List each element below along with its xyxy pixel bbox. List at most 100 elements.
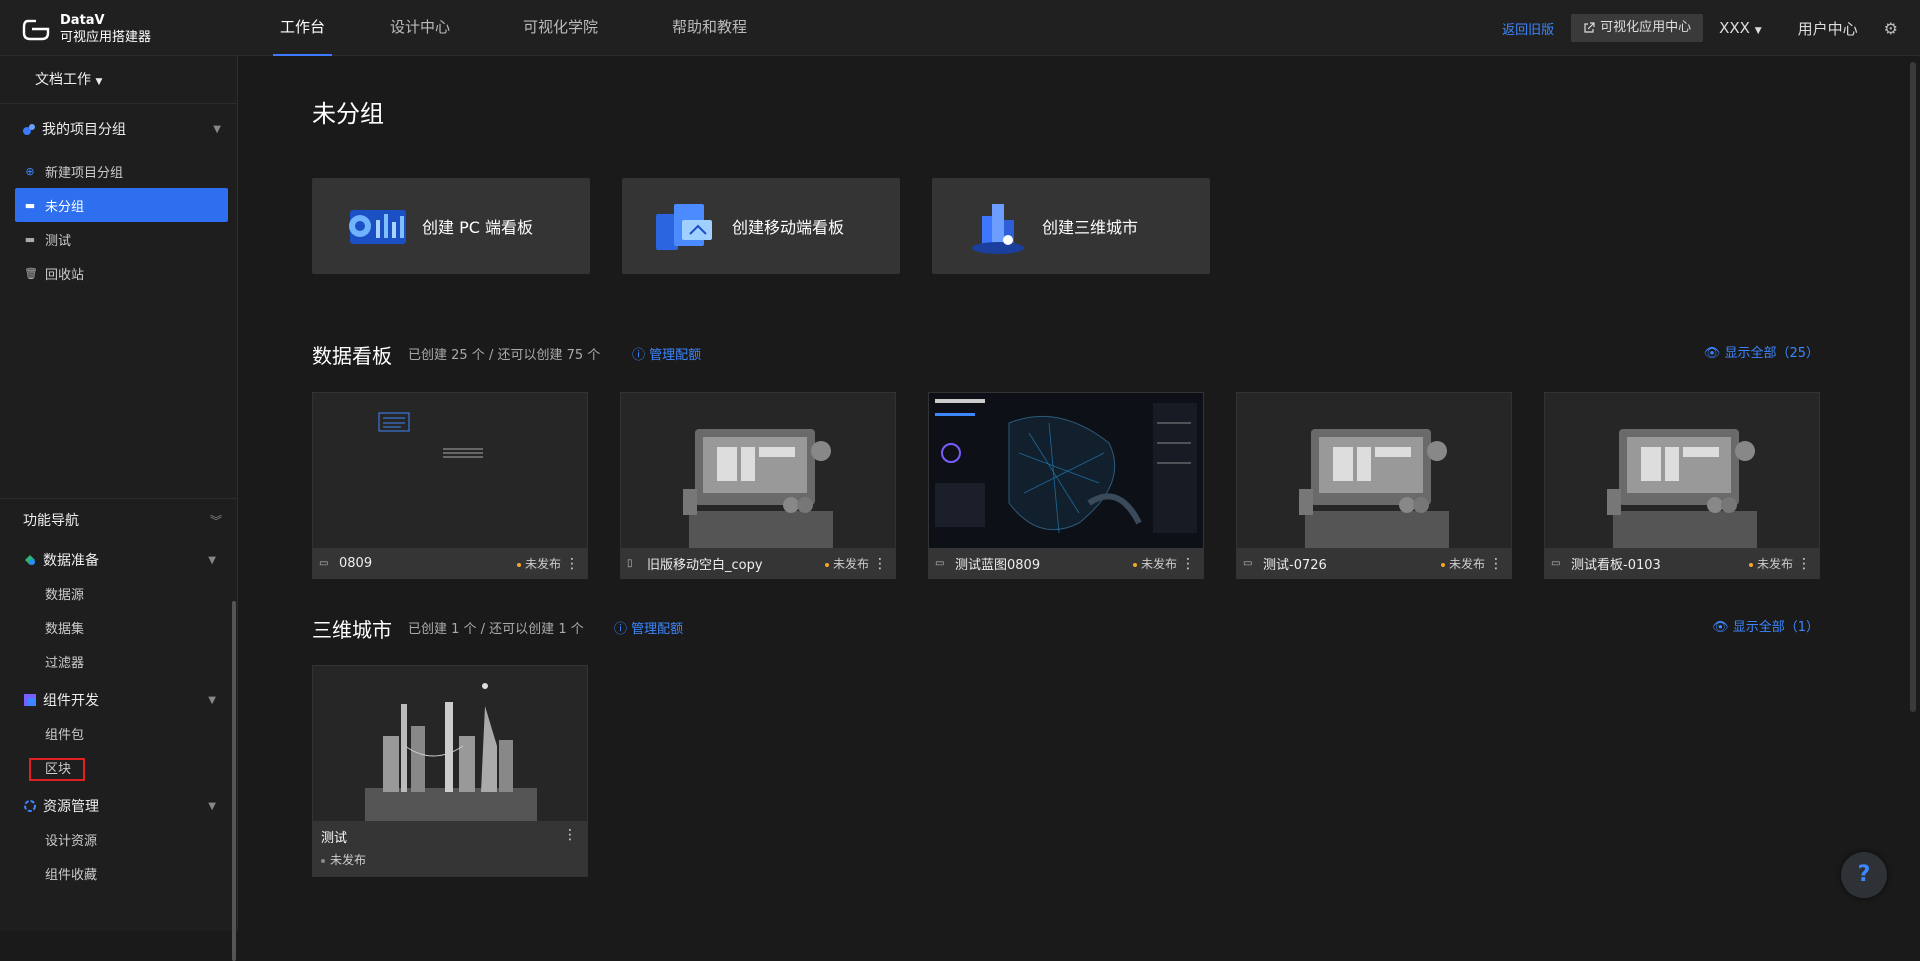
dashboard-thumbnail <box>1237 393 1511 548</box>
main-nav: 工作台 设计中心 可视化学院 帮助和教程 <box>273 0 754 56</box>
nav-item-block-label: 区块 <box>29 758 86 781</box>
section-component-dev[interactable]: 组件开发 ▼ <box>0 681 238 719</box>
caret-down-icon: ▼ <box>213 123 221 135</box>
sidebar-item-label: 测试 <box>45 233 72 249</box>
dashboard-name: 0809 <box>339 556 373 571</box>
workspace-selector[interactable]: 文档工作 ▼ <box>0 56 237 104</box>
pc-dashboard-icon <box>349 210 406 244</box>
city-name: 测试 <box>321 831 348 846</box>
placeholder-monitor-icon <box>1607 429 1757 548</box>
resource-mgmt-icon <box>24 800 36 812</box>
publish-status: 未发布 <box>321 851 579 868</box>
dashboard-name: 旧版移动空白_copy <box>647 558 763 573</box>
placeholder-monitor-icon <box>683 429 833 548</box>
more-options-icon[interactable]: ⋮ <box>565 556 579 572</box>
main-content: 未分组 创建 PC 端看板 创建移动端看板 创建三维城市 数据看板 已创建 25… <box>238 56 1920 931</box>
help-circle-icon: ⓘ <box>632 348 646 363</box>
project-group-icon <box>23 124 35 135</box>
dashboards-show-all-link[interactable]: 👁 显示全部（25） <box>1704 342 1819 361</box>
nav-item-design-resources[interactable]: 设计资源 <box>0 825 238 859</box>
sidebar-item-label: 未分组 <box>45 199 85 215</box>
create-card-label: 创建移动端看板 <box>732 218 845 237</box>
dashboard-tile[interactable]: ▭ 测试-0726 未发布 ⋮ <box>1236 392 1512 579</box>
sidebar-item-test[interactable]: ▬ 测试 <box>0 222 237 256</box>
dashboard-tile[interactable]: ▭ 测试蓝图0809 未发布 ⋮ <box>928 392 1204 579</box>
app-name: DataV <box>60 13 105 28</box>
nav-item-component-favorites[interactable]: 组件收藏 <box>0 859 238 893</box>
city-tile[interactable]: 测试 未发布 ⋮ <box>312 665 588 877</box>
external-link-icon <box>1584 22 1595 33</box>
dashboard-tile[interactable]: ▭ 0809 未发布 ⋮ <box>312 392 588 579</box>
caret-down-icon: ▼ <box>1754 26 1762 36</box>
sidebar-item-new-group[interactable]: ⊕ 新建项目分组 <box>0 154 237 188</box>
top-bar: DataV 可视应用搭建器 工作台 设计中心 可视化学院 帮助和教程 返回旧版 … <box>0 0 1920 56</box>
monitor-icon: ▭ <box>1551 558 1561 569</box>
trash-icon: 🗑 <box>24 266 38 280</box>
3d-city-icon <box>972 204 1024 254</box>
map-thumbnail-icon <box>935 399 1197 534</box>
create-card-label: 创建三维城市 <box>1042 218 1139 237</box>
dashboard-thumbnail <box>621 393 895 548</box>
section-resource-mgmt[interactable]: 资源管理 ▼ <box>0 787 238 825</box>
more-options-icon[interactable]: ⋮ <box>1489 556 1503 572</box>
gear-icon[interactable]: ⚙ <box>1884 19 1898 38</box>
city-manage-quota-link[interactable]: ⓘ 管理配额 <box>614 618 683 637</box>
create-mobile-dashboard-card[interactable]: 创建移动端看板 <box>622 178 900 274</box>
thumbnail-sketch-icon <box>378 412 483 458</box>
show-all-label: 显示全部（25） <box>1724 346 1819 361</box>
viz-app-center-button[interactable]: 可视化应用中心 <box>1571 14 1704 42</box>
sidebar-item-ungrouped[interactable]: ▬ 未分组 <box>15 188 228 222</box>
create-pc-dashboard-card[interactable]: 创建 PC 端看板 <box>312 178 590 274</box>
dashboard-name: 测试看板-0103 <box>1571 558 1661 573</box>
create-card-label: 创建 PC 端看板 <box>422 218 533 237</box>
tab-viz-academy[interactable]: 可视化学院 <box>516 0 605 56</box>
project-group-header[interactable]: 我的项目分组 ▼ <box>0 104 237 154</box>
nav-item-component-package[interactable]: 组件包 <box>0 719 238 753</box>
app-subtitle: 可视应用搭建器 <box>60 30 152 45</box>
folder-icon: ▬ <box>24 198 36 212</box>
monitor-icon: ▭ <box>935 558 945 569</box>
more-options-icon[interactable]: ⋮ <box>1181 556 1195 572</box>
city-title: 三维城市 <box>312 618 392 642</box>
publish-status: 未发布 <box>1441 555 1485 572</box>
tab-workbench[interactable]: 工作台 <box>273 0 333 56</box>
nav-item-data-source[interactable]: 数据源 <box>0 579 238 613</box>
dashboard-tile[interactable]: ▭ 测试看板-0103 未发布 ⋮ <box>1544 392 1820 579</box>
user-name: XXX <box>1719 19 1750 37</box>
help-button[interactable]: ? <box>1841 852 1887 898</box>
dashboard-tile[interactable]: ▯ 旧版移动空白_copy 未发布 ⋮ <box>620 392 896 579</box>
user-menu[interactable]: XXX ▼ <box>1719 19 1762 37</box>
help-circle-icon: ⓘ <box>614 622 628 637</box>
double-chevron-down-icon: ︾ <box>209 513 222 528</box>
more-options-icon[interactable]: ⋮ <box>563 827 577 843</box>
sidebar-item-recycle-bin[interactable]: 🗑 回收站 <box>0 256 237 290</box>
function-nav-header[interactable]: 功能导航 ︾ <box>0 499 238 541</box>
publish-status: 未发布 <box>517 555 561 572</box>
monitor-icon: ▭ <box>319 558 329 569</box>
city-show-all-link[interactable]: 👁 显示全部（1） <box>1712 616 1819 635</box>
dashboards-manage-quota-link[interactable]: ⓘ 管理配额 <box>632 344 701 363</box>
user-center-link[interactable]: 用户中心 <box>1798 18 1858 39</box>
component-dev-icon <box>24 694 36 706</box>
monitor-icon: ▭ <box>1243 558 1253 569</box>
folder-icon: ▬ <box>24 232 36 246</box>
sidebar-scrollbar[interactable] <box>232 601 236 961</box>
return-old-version-link[interactable]: 返回旧版 <box>1502 19 1554 38</box>
tab-design-center[interactable]: 设计中心 <box>383 0 457 56</box>
page-title: 未分组 <box>312 100 384 128</box>
section-title: 资源管理 <box>43 799 99 815</box>
more-options-icon[interactable]: ⋮ <box>873 556 887 572</box>
workspace-label: 文档工作 <box>35 72 91 88</box>
city-quota-info: 已创建 1 个 / 还可以创建 1 个 <box>408 622 584 637</box>
mobile-icon: ▯ <box>627 558 633 569</box>
nav-item-block[interactable]: 区块 <box>0 753 238 787</box>
logo[interactable]: DataV 可视应用搭建器 <box>22 12 151 46</box>
section-data-prep[interactable]: 数据准备 ▼ <box>0 541 238 579</box>
nav-item-filter[interactable]: 过滤器 <box>0 647 238 681</box>
nav-item-dataset[interactable]: 数据集 <box>0 613 238 647</box>
sidebar-item-label: 新建项目分组 <box>45 165 124 181</box>
main-scrollbar[interactable] <box>1910 62 1916 712</box>
create-3d-city-card[interactable]: 创建三维城市 <box>932 178 1210 274</box>
more-options-icon[interactable]: ⋮ <box>1797 556 1811 572</box>
tab-help-tutorials[interactable]: 帮助和教程 <box>665 0 754 56</box>
